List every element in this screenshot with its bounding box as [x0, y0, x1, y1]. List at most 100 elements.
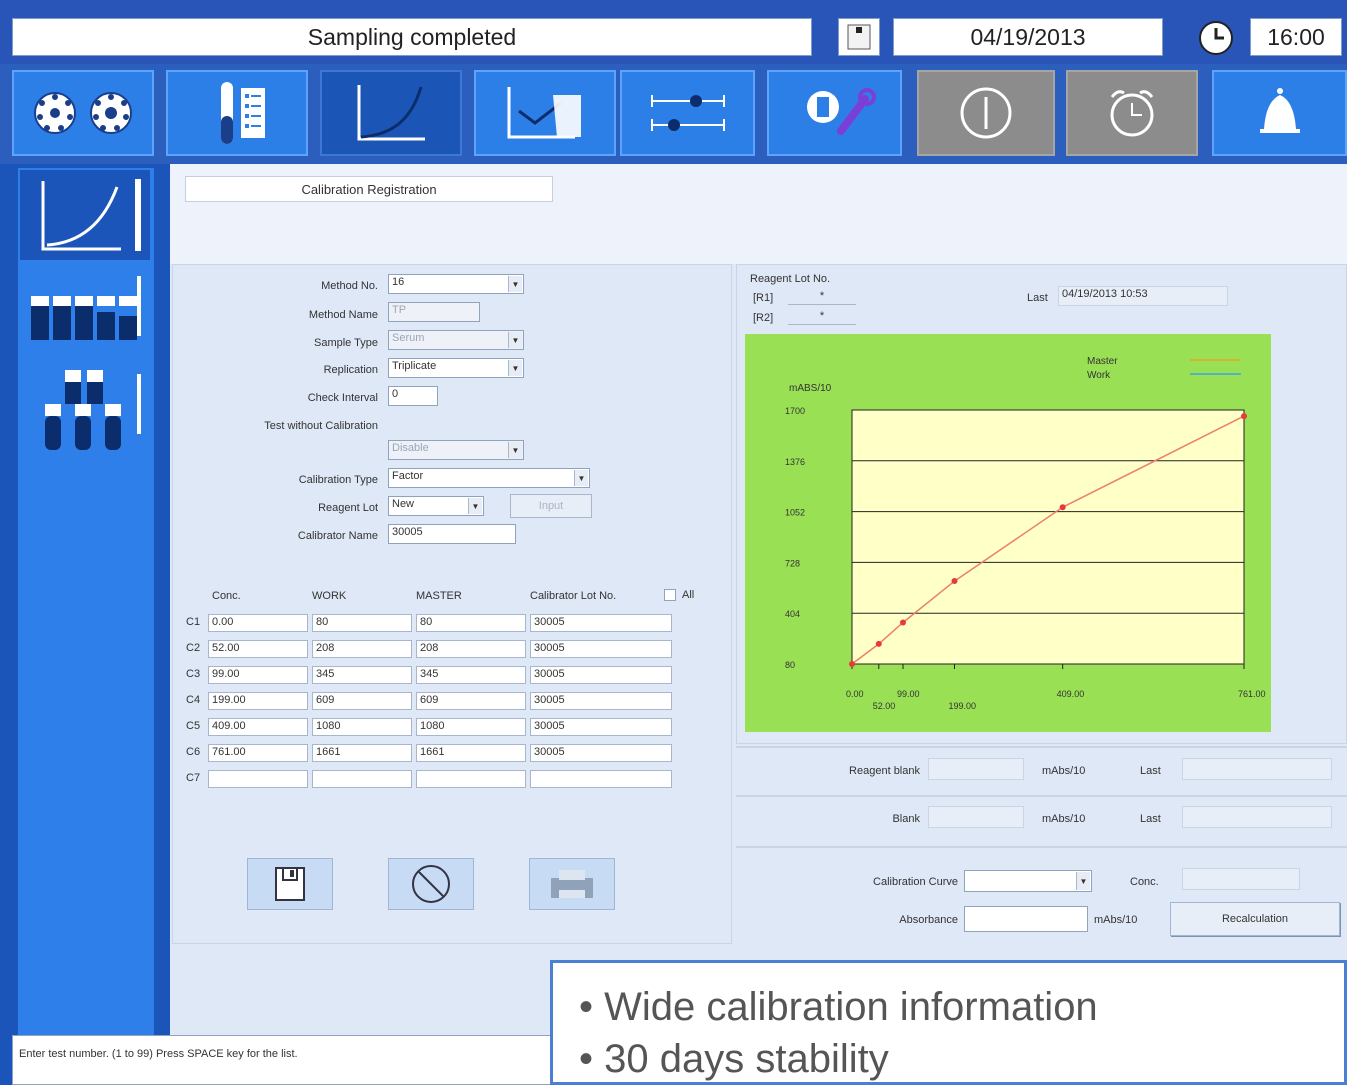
all-label: All	[682, 589, 695, 601]
recalculation-button[interactable]: Recalculation	[1170, 902, 1340, 936]
master-cell[interactable]: 609	[416, 692, 526, 710]
conc-cell[interactable]: 761.00	[208, 744, 308, 762]
row-id: C3	[186, 668, 201, 680]
y-tick-label: 1052	[785, 508, 805, 518]
row-id: C7	[186, 772, 201, 784]
blank-value	[928, 806, 1024, 828]
date-display: 04/19/2013	[893, 18, 1163, 56]
conc-cell[interactable]	[208, 770, 308, 788]
feature-bullet-text: Wide calibration information	[604, 985, 1098, 1029]
conc-cell[interactable]: 52.00	[208, 640, 308, 658]
save-button[interactable]	[247, 858, 333, 910]
sample-type-value: Serum	[392, 332, 425, 344]
lot-cell[interactable]: 30005	[530, 692, 672, 710]
calibration-curve-icon[interactable]	[320, 70, 462, 156]
conc-cell[interactable]: 199.00	[208, 692, 308, 710]
y-tick-label: 80	[785, 660, 795, 670]
panel-title: Calibration Registration	[185, 176, 553, 202]
maintenance-icon[interactable]	[767, 70, 902, 156]
r1-label: [R1]	[753, 292, 774, 304]
work-cell[interactable]: 208	[312, 640, 412, 658]
reagent-tubes-icon	[31, 276, 141, 340]
conc-cell[interactable]: 0.00	[208, 614, 308, 632]
conc-cell[interactable]: 409.00	[208, 718, 308, 736]
calibrator-name-label: Calibrator Name	[297, 530, 378, 542]
sample-type-select: Serum ▼	[388, 330, 524, 350]
qc-chart-icon[interactable]	[474, 70, 616, 156]
sidebar-item-samples[interactable]	[20, 362, 150, 458]
master-cell[interactable]: 1080	[416, 718, 526, 736]
floppy-disk-icon	[275, 867, 305, 901]
power-icon[interactable]	[917, 70, 1055, 156]
chevron-down-icon: ▼	[508, 442, 522, 458]
reagent-lot-select[interactable]: New ▼	[388, 496, 484, 516]
master-cell[interactable]: 1661	[416, 744, 526, 762]
calibration-curve-icon	[41, 179, 141, 251]
lot-cell[interactable]: 30005	[530, 666, 672, 684]
sidebar-item-calibration[interactable]	[20, 170, 150, 260]
method-no-select[interactable]: 16 ▼	[388, 274, 524, 294]
lot-cell[interactable]: 30005	[530, 614, 672, 632]
work-header: WORK	[312, 590, 347, 602]
chevron-down-icon: ▼	[508, 276, 522, 292]
method-name-label: Method Name	[308, 309, 378, 321]
calendar-icon[interactable]	[838, 18, 880, 56]
chevron-down-icon: ▼	[1076, 872, 1090, 890]
chevron-down-icon: ▼	[508, 360, 522, 376]
calibrator-name-input[interactable]: 30005	[388, 524, 516, 544]
reagent-blank-last-value	[1182, 758, 1332, 780]
absorbance-unit: mAbs/10	[1094, 914, 1138, 926]
test-without-cal-value: Disable	[392, 442, 429, 454]
sample-type-label: Sample Type	[313, 337, 378, 349]
lot-cell[interactable]	[530, 770, 672, 788]
replication-value: Triplicate	[392, 360, 437, 372]
bell-icon[interactable]	[1212, 70, 1347, 156]
row-id: C4	[186, 694, 201, 706]
no-entry-icon	[412, 865, 450, 903]
row-id: C2	[186, 642, 201, 654]
reagent-blank-unit: mAbs/10	[1042, 765, 1086, 777]
reagent-blank-label: Reagent blank	[849, 765, 920, 777]
work-cell[interactable]: 80	[312, 614, 412, 632]
printer-icon	[551, 870, 593, 898]
method-name-field: TP	[388, 302, 480, 322]
lot-cell[interactable]: 30005	[530, 718, 672, 736]
feature-bullet: • Wide calibration information	[579, 985, 1098, 1029]
work-cell[interactable]	[312, 770, 412, 788]
lot-cell[interactable]: 30005	[530, 640, 672, 658]
status-bar-text: Enter test number. (1 to 99) Press SPACE…	[12, 1035, 552, 1085]
replication-select[interactable]: Triplicate ▼	[388, 358, 524, 378]
carousel-icon[interactable]	[12, 70, 154, 156]
work-cell[interactable]: 345	[312, 666, 412, 684]
calibration-curve-select[interactable]: ▼	[964, 870, 1092, 892]
y-tick-label: 728	[785, 558, 800, 568]
work-cell[interactable]: 1661	[312, 744, 412, 762]
lot-cell[interactable]: 30005	[530, 744, 672, 762]
check-interval-label: Check Interval	[307, 392, 378, 404]
reagent-lot-input-button[interactable]: Input	[510, 494, 592, 518]
master-cell[interactable]: 345	[416, 666, 526, 684]
conc-header: Conc.	[212, 590, 241, 602]
absorbance-input[interactable]	[964, 906, 1088, 932]
sidebar-item-reagent[interactable]	[20, 270, 150, 350]
data-point	[875, 640, 882, 647]
sample-rack-icon[interactable]	[166, 70, 308, 156]
alarm-clock-icon[interactable]	[1066, 70, 1198, 156]
cancel-button[interactable]	[388, 858, 474, 910]
master-cell[interactable]: 208	[416, 640, 526, 658]
calibration-type-select[interactable]: Factor ▼	[388, 468, 590, 488]
x-tick-label: 409.00	[1057, 689, 1085, 699]
conc-value	[1182, 868, 1300, 890]
print-button[interactable]	[529, 858, 615, 910]
check-interval-input[interactable]: 0	[388, 386, 438, 406]
time-display: 16:00	[1250, 18, 1342, 56]
work-cell[interactable]: 1080	[312, 718, 412, 736]
master-cell[interactable]	[416, 770, 526, 788]
parameters-icon[interactable]	[620, 70, 755, 156]
all-checkbox[interactable]	[664, 589, 676, 601]
blank-last-label: Last	[1140, 813, 1161, 825]
conc-cell[interactable]: 99.00	[208, 666, 308, 684]
work-cell[interactable]: 609	[312, 692, 412, 710]
master-cell[interactable]: 80	[416, 614, 526, 632]
blank-unit: mAbs/10	[1042, 813, 1086, 825]
